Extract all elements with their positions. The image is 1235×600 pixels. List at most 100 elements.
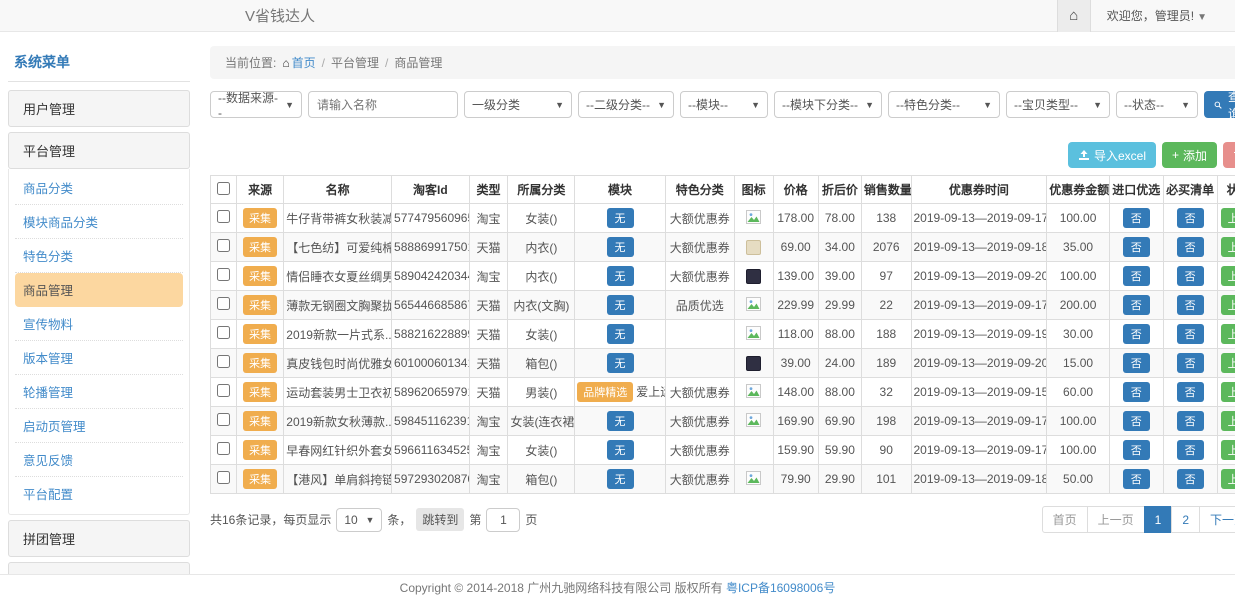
page-number-input[interactable] (486, 508, 520, 532)
page-button-2[interactable]: 2 (1171, 506, 1200, 533)
module-badge[interactable]: 无 (607, 295, 634, 315)
module-badge[interactable]: 无 (607, 208, 634, 228)
sidebar-item-平台配置[interactable]: 平台配置 (15, 477, 183, 510)
module-badge[interactable]: 无 (607, 237, 634, 257)
module-badge[interactable]: 无 (607, 324, 634, 344)
imported-toggle[interactable]: 否 (1123, 353, 1150, 373)
status-toggle[interactable]: 上架 (1221, 266, 1235, 286)
row-checkbox[interactable] (217, 355, 230, 368)
must-buy-toggle[interactable]: 否 (1177, 295, 1204, 315)
select-all-checkbox[interactable] (217, 182, 230, 195)
module-badge[interactable]: 无 (607, 411, 634, 431)
sidebar-item-拼团管理[interactable]: 拼团管理 (8, 520, 190, 557)
page-button-1[interactable]: 1 (1144, 506, 1173, 533)
source-badge: 采集 (243, 266, 277, 286)
coupon-amount-cell: 100.00 (1047, 204, 1110, 233)
sidebar-item-轮播管理[interactable]: 轮播管理 (15, 375, 183, 409)
imported-toggle[interactable]: 否 (1123, 469, 1150, 489)
status-toggle[interactable]: 上架 (1221, 324, 1235, 344)
filter-select-特色分类[interactable]: --特色分类--▼ (888, 91, 1000, 118)
imported-cell: 否 (1109, 291, 1163, 320)
imported-toggle[interactable]: 否 (1123, 295, 1150, 315)
import-excel-button[interactable]: 导入excel (1068, 142, 1156, 168)
page-button-上一页[interactable]: 上一页 (1087, 506, 1145, 533)
sidebar-item-启动页管理[interactable]: 启动页管理 (15, 409, 183, 443)
must-buy-toggle[interactable]: 否 (1177, 440, 1204, 460)
imported-toggle[interactable]: 否 (1123, 411, 1150, 431)
home-icon[interactable]: ⌂ (1057, 0, 1091, 32)
status-toggle[interactable]: 上架 (1221, 440, 1235, 460)
taoke-id-cell: 588869917501 (392, 233, 470, 262)
search-button[interactable]: 查询 (1204, 91, 1235, 118)
row-checkbox[interactable] (217, 442, 230, 455)
sidebar-item-意见反馈[interactable]: 意见反馈 (15, 443, 183, 477)
status-toggle[interactable]: 上架 (1221, 208, 1235, 228)
status-toggle[interactable]: 上架 (1221, 469, 1235, 489)
status-toggle[interactable]: 上架 (1221, 237, 1235, 257)
row-checkbox[interactable] (217, 268, 230, 281)
page-button-下一页[interactable]: 下一页 (1199, 506, 1235, 533)
row-checkbox[interactable] (217, 413, 230, 426)
must-buy-toggle[interactable]: 否 (1177, 411, 1204, 431)
row-checkbox[interactable] (217, 471, 230, 484)
breadcrumb-home-link[interactable]: 首页 (292, 56, 316, 70)
imported-toggle[interactable]: 否 (1123, 440, 1150, 460)
sidebar-item-商品管理[interactable]: 商品管理 (15, 273, 183, 307)
module-badge[interactable]: 无 (607, 353, 634, 373)
filter-select-宝贝类型[interactable]: --宝贝类型--▼ (1006, 91, 1110, 118)
filter-select-二级分类[interactable]: --二级分类--▼ (578, 91, 674, 118)
module-badge[interactable]: 无 (607, 440, 634, 460)
coupon-time-cell: 2019-09-13—2019-09-17 (911, 204, 1047, 233)
status-toggle[interactable]: 上架 (1221, 411, 1235, 431)
filter-select-数据来源[interactable]: --数据来源--▼ (210, 91, 302, 118)
source-badge: 采集 (243, 411, 277, 431)
source-cell: 采集 (236, 233, 283, 262)
imported-toggle[interactable]: 否 (1123, 208, 1150, 228)
must-buy-toggle[interactable]: 否 (1177, 469, 1204, 489)
jump-button[interactable]: 跳转到 (416, 508, 464, 531)
add-button[interactable]: +添加 (1162, 142, 1217, 168)
filter-select-一级分类[interactable]: 一级分类▼ (464, 91, 572, 118)
sidebar-item-宣传物料[interactable]: 宣传物料 (15, 307, 183, 341)
module-badge[interactable]: 无 (607, 266, 634, 286)
row-checkbox[interactable] (217, 239, 230, 252)
filter-select-状态[interactable]: --状态--▼ (1116, 91, 1198, 118)
module-badge[interactable]: 品牌精选 (577, 382, 633, 402)
table-row: 采集早春网红针织外套女春...596611634525淘宝女装()无大额优惠券1… (211, 436, 1235, 465)
filter-select-模块下分类[interactable]: --模块下分类--▼ (774, 91, 882, 118)
name-search-input[interactable] (308, 91, 458, 118)
imported-toggle[interactable]: 否 (1123, 382, 1150, 402)
filter-select-模块[interactable]: --模块--▼ (680, 91, 768, 118)
row-checkbox[interactable] (217, 326, 230, 339)
must-buy-toggle[interactable]: 否 (1177, 208, 1204, 228)
row-checkbox[interactable] (217, 384, 230, 397)
row-checkbox[interactable] (217, 297, 230, 310)
imported-toggle[interactable]: 否 (1123, 324, 1150, 344)
sidebar-item-平台管理[interactable]: 平台管理 (8, 132, 190, 169)
module-cell: 无 (575, 233, 666, 262)
sidebar-item-特色分类[interactable]: 特色分类 (15, 239, 183, 273)
imported-toggle[interactable]: 否 (1123, 266, 1150, 286)
must-buy-toggle[interactable]: 否 (1177, 353, 1204, 373)
batch-delete-button[interactable]: 批量删除 (1223, 142, 1235, 168)
must-buy-toggle[interactable]: 否 (1177, 266, 1204, 286)
must-buy-toggle[interactable]: 否 (1177, 382, 1204, 402)
page-size-select[interactable]: 10▼ (336, 508, 382, 532)
sidebar-item-模块商品分类[interactable]: 模块商品分类 (15, 205, 183, 239)
sidebar-item-用户管理[interactable]: 用户管理 (8, 90, 190, 127)
status-toggle[interactable]: 上架 (1221, 295, 1235, 315)
status-toggle[interactable]: 上架 (1221, 353, 1235, 373)
user-menu[interactable]: 欢迎您，管理员!▼ (1107, 7, 1207, 24)
sidebar-item-版本管理[interactable]: 版本管理 (15, 341, 183, 375)
page-button-首页[interactable]: 首页 (1042, 506, 1088, 533)
row-checkbox[interactable] (217, 210, 230, 223)
module-badge[interactable]: 无 (607, 469, 634, 489)
column-header-淘客Id: 淘客Id (392, 176, 470, 204)
type-cell: 天猫 (469, 291, 508, 320)
icp-link[interactable]: 粤ICP备16098006号 (726, 579, 835, 596)
sidebar-item-商品分类[interactable]: 商品分类 (15, 171, 183, 205)
must-buy-toggle[interactable]: 否 (1177, 324, 1204, 344)
status-toggle[interactable]: 上架 (1221, 382, 1235, 402)
must-buy-toggle[interactable]: 否 (1177, 237, 1204, 257)
imported-toggle[interactable]: 否 (1123, 237, 1150, 257)
